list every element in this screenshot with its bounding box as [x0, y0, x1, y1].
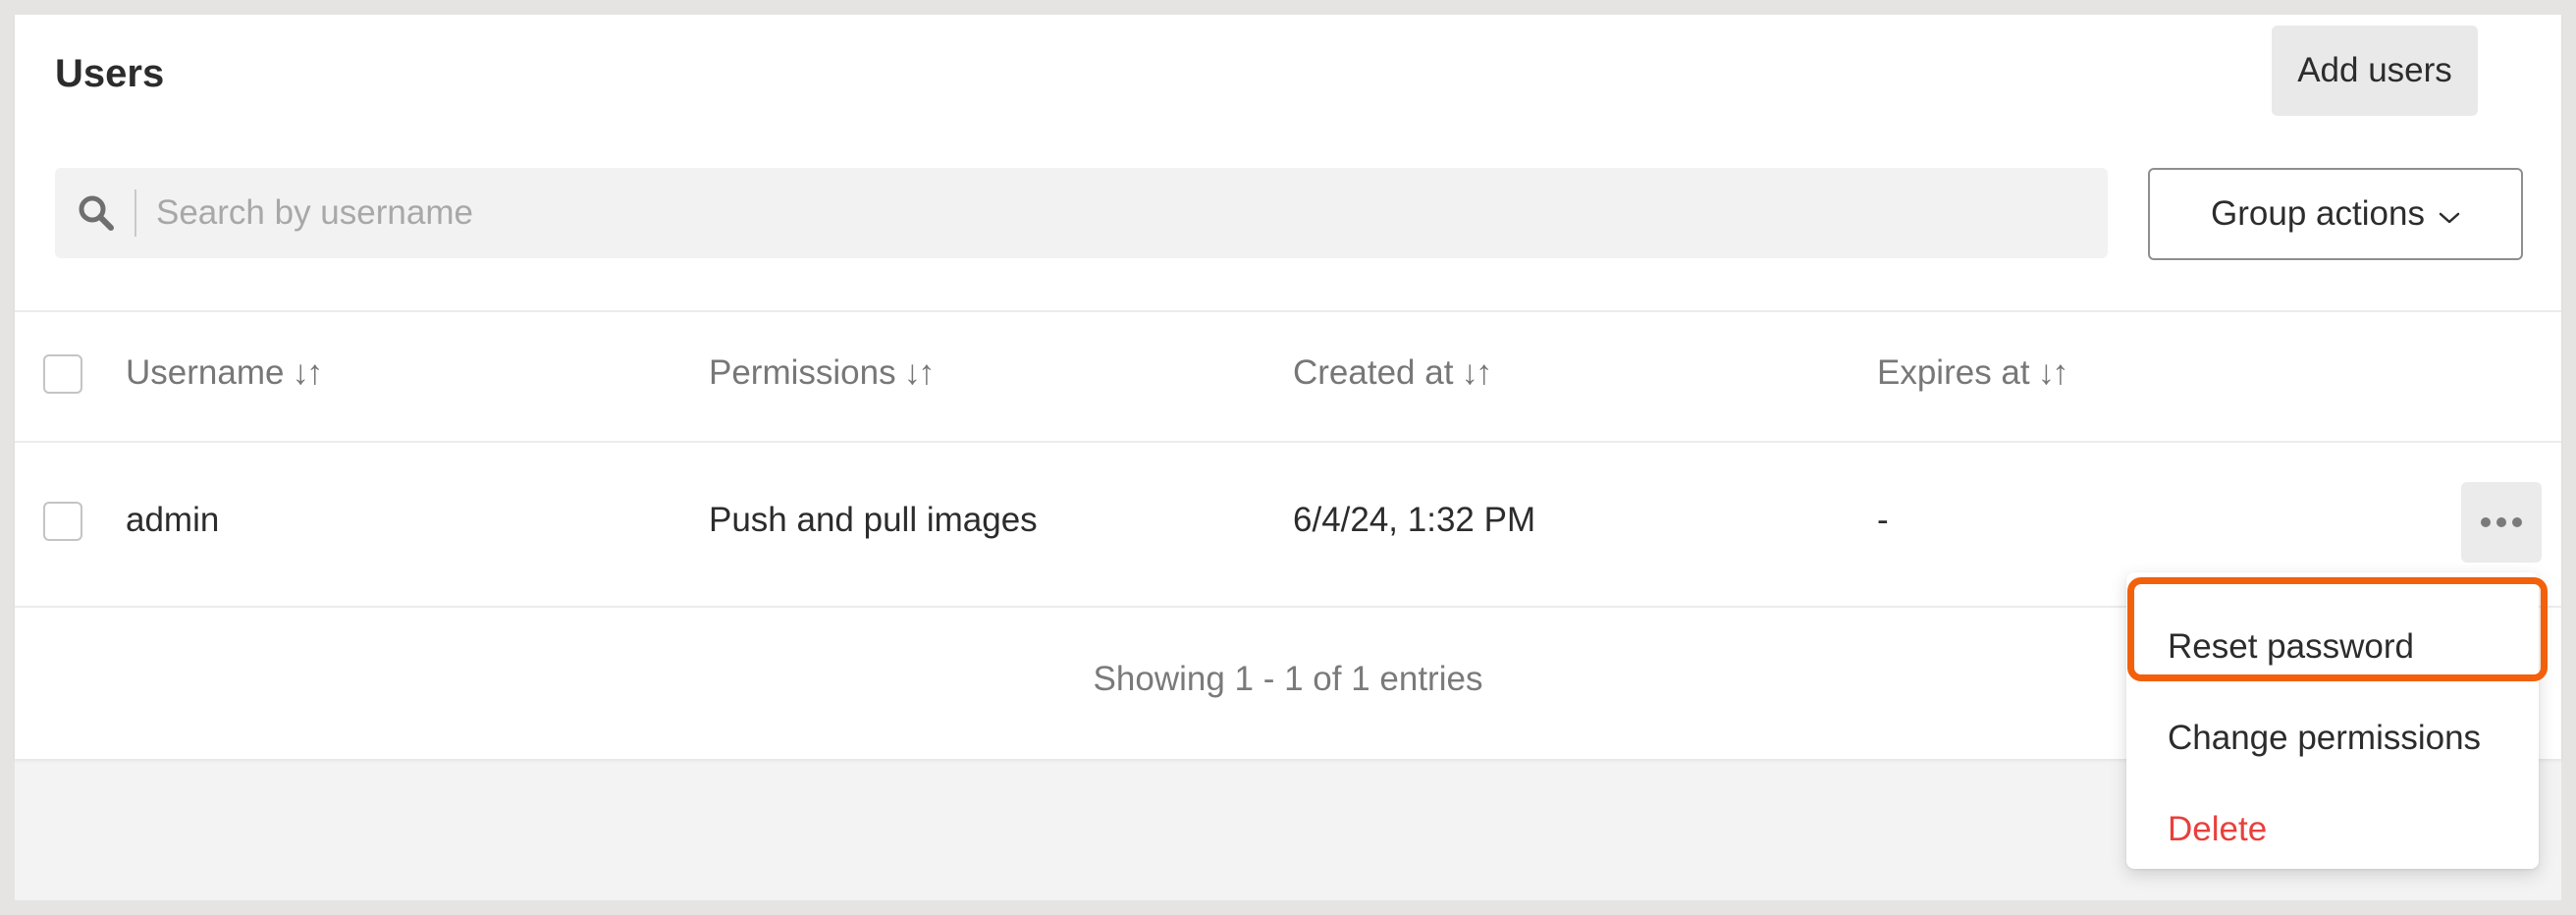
cell-expires-at: -: [1877, 501, 1889, 539]
group-actions-label: Group actions: [2211, 194, 2425, 233]
search-bar: [55, 168, 2108, 258]
group-actions-button[interactable]: Group actions: [2148, 168, 2523, 260]
header-row-divider: [15, 441, 2561, 443]
select-all-checkbox[interactable]: [43, 354, 82, 394]
column-header-created-at[interactable]: Created at ↓↑: [1293, 349, 1492, 398]
chevron-down-icon: [2439, 212, 2460, 224]
add-users-button[interactable]: Add users: [2272, 26, 2478, 116]
highlight-box: [2127, 577, 2548, 681]
sort-icon: ↓↑: [1461, 353, 1492, 392]
column-header-permissions[interactable]: Permissions ↓↑: [709, 349, 936, 398]
cell-permissions: Push and pull images: [709, 501, 1038, 539]
row-checkbox[interactable]: [43, 502, 82, 541]
page-title: Users: [55, 52, 165, 95]
sort-icon: ↓↑: [292, 353, 323, 392]
cell-created-at: 6/4/24, 1:32 PM: [1293, 501, 1536, 539]
more-horizontal-icon: [2481, 517, 2522, 527]
search-icon: [79, 195, 114, 231]
column-header-expires-at[interactable]: Expires at ↓↑: [1877, 349, 2069, 398]
column-header-username[interactable]: Username ↓↑: [126, 349, 323, 398]
cell-username: admin: [126, 501, 220, 539]
menu-item-delete[interactable]: Delete: [2126, 790, 2539, 869]
app-frame: Users Add users Group actions Username↓↑…: [15, 15, 2561, 900]
table-top-divider: [15, 310, 2561, 312]
sort-icon: ↓↑: [2037, 353, 2069, 392]
row-actions-button[interactable]: [2461, 482, 2542, 563]
sort-icon: ↓↑: [903, 353, 936, 392]
search-input[interactable]: [156, 168, 2080, 258]
search-divider: [134, 189, 136, 237]
menu-item-change-permissions[interactable]: Change permissions: [2126, 699, 2539, 778]
